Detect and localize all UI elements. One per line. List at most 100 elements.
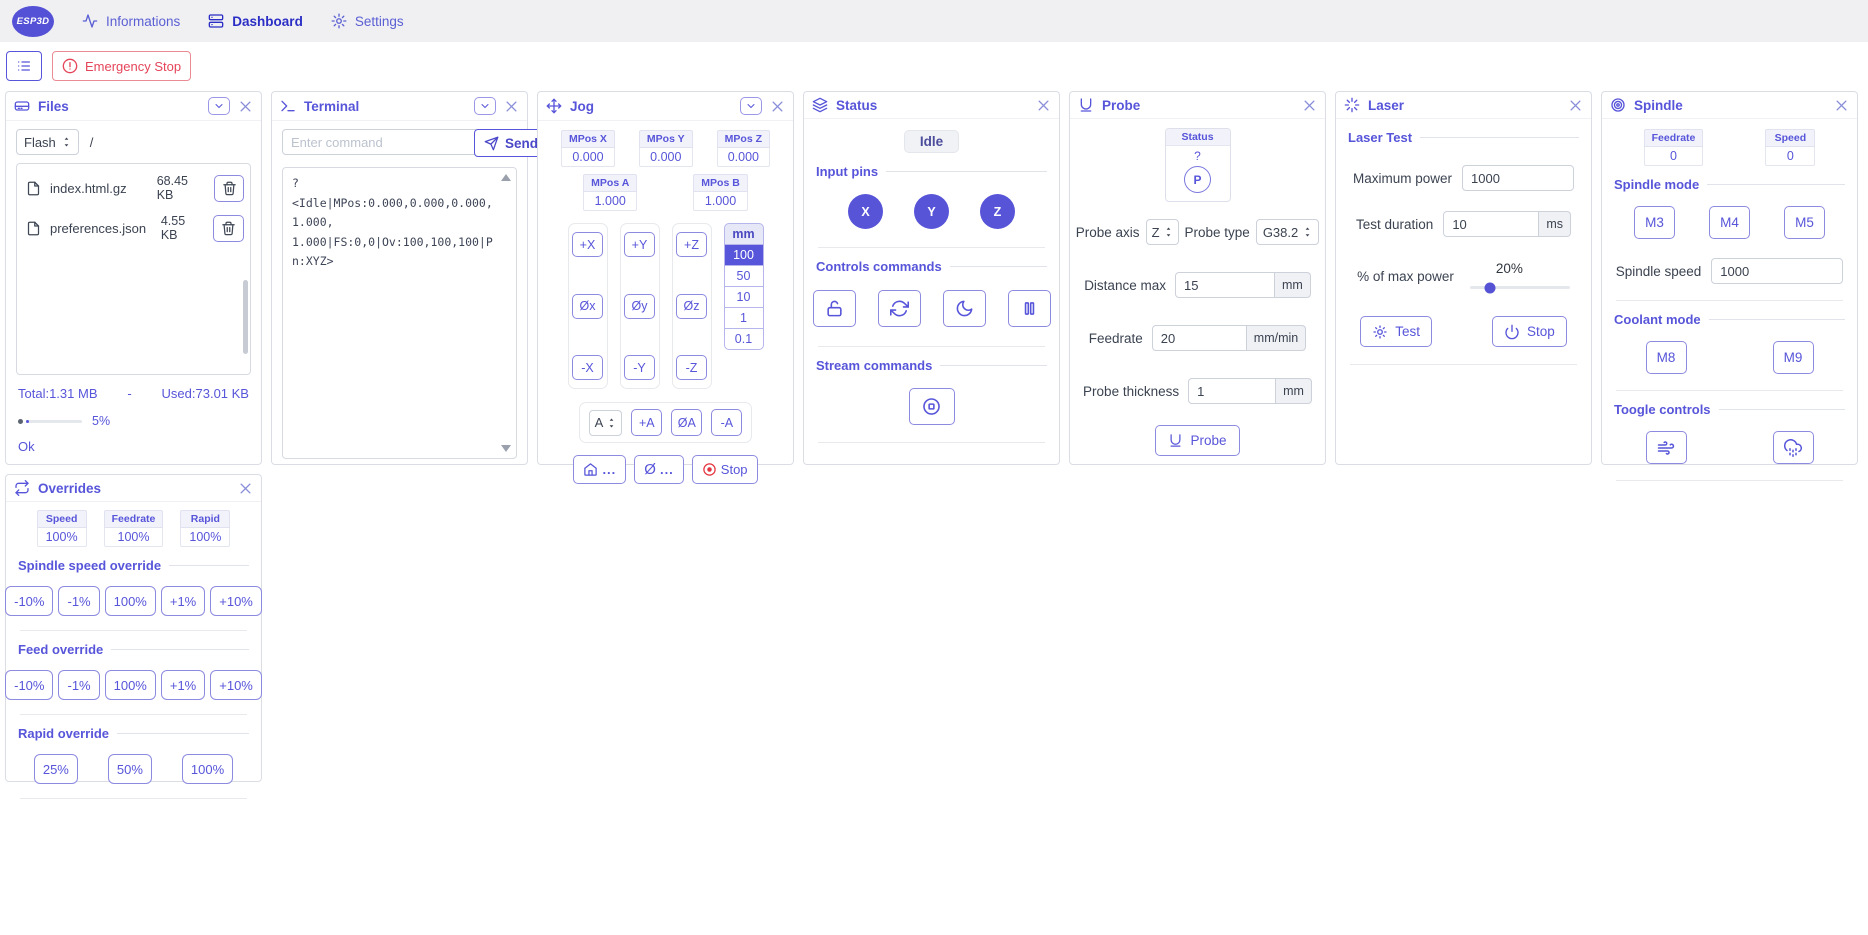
rapid-50-button[interactable]: 50% <box>108 754 152 784</box>
jog-plus-a-button[interactable]: +A <box>631 409 662 436</box>
command-input[interactable] <box>282 129 476 155</box>
stream-commands-section-label: Stream commands <box>816 358 1047 373</box>
files-source-select[interactable]: Flash <box>16 129 79 155</box>
pin-z-indicator: Z <box>980 194 1015 229</box>
probe-start-button[interactable]: Probe <box>1155 425 1239 456</box>
jog-plus-z-button[interactable]: +Z <box>676 232 707 257</box>
probe-thickness-input[interactable] <box>1188 378 1276 404</box>
spindle-minus-1-button[interactable]: -1% <box>58 586 99 616</box>
unlock-button[interactable] <box>813 290 856 327</box>
pause-button[interactable] <box>1008 290 1051 327</box>
file-row[interactable]: preferences.json 4.55 KB <box>17 208 250 248</box>
probe-type-label: Probe type <box>1185 225 1250 240</box>
feed-plus-10-button[interactable]: +10% <box>210 670 262 700</box>
m4-button[interactable]: M4 <box>1709 206 1750 239</box>
jog-stop-button[interactable]: Stop <box>692 455 758 484</box>
terminal-collapse-button[interactable] <box>474 97 496 115</box>
toggle-controls-section-label: Toogle controls <box>1614 402 1845 417</box>
terminal-line: <Idle|MPos:0.000,0.000,0.000,1.000, <box>292 194 498 233</box>
terminal-output[interactable]: ? <Idle|MPos:0.000,0.000,0.000,1.000, 1.… <box>282 167 517 459</box>
m5-button[interactable]: M5 <box>1784 206 1825 239</box>
delete-file-button[interactable] <box>214 175 244 202</box>
spindle-minus-10-button[interactable]: -10% <box>5 586 53 616</box>
zero-all-button[interactable]: Ø ... <box>634 455 684 484</box>
spindle-plus-10-button[interactable]: +10% <box>210 586 262 616</box>
distance-max-row: Distance max mm <box>1070 272 1325 298</box>
m8-button[interactable]: M8 <box>1646 341 1687 374</box>
jog-minus-x-button[interactable]: -X <box>572 355 603 380</box>
close-icon[interactable] <box>1302 98 1317 113</box>
jog-zero-a-button[interactable]: ØA <box>671 409 702 436</box>
feed-minus-1-button[interactable]: -1% <box>58 670 99 700</box>
maximum-power-input[interactable] <box>1462 165 1574 191</box>
mist-coolant-button[interactable] <box>1646 431 1687 464</box>
brand-text: ESP3D <box>17 16 50 27</box>
spindle-plus-1-button[interactable]: +1% <box>161 586 205 616</box>
close-icon[interactable] <box>238 99 253 114</box>
emergency-stop-button[interactable]: Emergency Stop <box>52 51 191 81</box>
input-pins-row: X Y Z <box>804 194 1059 229</box>
jog-minus-a-button[interactable]: -A <box>711 409 742 436</box>
close-icon[interactable] <box>504 99 519 114</box>
scroll-down-arrow-icon[interactable] <box>501 445 511 452</box>
m3-button[interactable]: M3 <box>1634 206 1675 239</box>
sleep-button[interactable] <box>943 290 986 327</box>
close-icon[interactable] <box>1568 98 1583 113</box>
close-icon[interactable] <box>1834 98 1849 113</box>
delete-file-button[interactable] <box>213 215 244 242</box>
jog-axis-select[interactable]: A <box>589 410 623 436</box>
jog-distance-option-0.1[interactable]: 0.1 <box>724 328 764 350</box>
jog-plus-y-button[interactable]: +Y <box>624 232 655 257</box>
probe-feedrate-input[interactable] <box>1152 325 1247 351</box>
m9-button[interactable]: M9 <box>1773 341 1814 374</box>
distance-max-input[interactable] <box>1175 272 1275 298</box>
jog-distance-option-1[interactable]: 1 <box>724 307 764 329</box>
input-pins-section-label: Input pins <box>816 164 1047 179</box>
slider-thumb[interactable] <box>1484 282 1495 293</box>
spindle-speed-input[interactable] <box>1711 258 1843 284</box>
spindle-chips-row: Feedrate0 Speed0 <box>1602 129 1857 166</box>
jog-distance-option-100[interactable]: 100 <box>724 244 764 266</box>
files-scrollbar-thumb[interactable] <box>243 280 248 354</box>
probe-axis-select[interactable]: Z <box>1146 219 1179 245</box>
power-slider[interactable] <box>1470 286 1570 289</box>
feed-100-button[interactable]: 100% <box>105 670 156 700</box>
close-icon[interactable] <box>770 99 785 114</box>
nav-item-settings[interactable]: Settings <box>331 13 404 29</box>
home-button[interactable]: ... <box>573 455 626 484</box>
feed-plus-1-button[interactable]: +1% <box>161 670 205 700</box>
jog-collapse-button[interactable] <box>740 97 762 115</box>
jog-minus-y-button[interactable]: -Y <box>624 355 655 380</box>
scroll-up-arrow-icon[interactable] <box>501 174 511 181</box>
jog-zero-z-button[interactable]: Øz <box>676 294 707 319</box>
probe-panel: Probe Status ? P Probe axis Z Probe type… <box>1069 91 1326 465</box>
laser-stop-button[interactable]: Stop <box>1492 316 1567 347</box>
laser-icon <box>1344 97 1360 113</box>
panel-list-button[interactable] <box>6 51 42 81</box>
jog-zero-y-button[interactable]: Øy <box>624 294 655 319</box>
file-name: preferences.json <box>50 221 152 236</box>
esp3d-logo[interactable]: ESP3D <box>12 6 54 37</box>
probe-type-select[interactable]: G38.2 <box>1256 219 1319 245</box>
flood-coolant-button[interactable] <box>1773 431 1814 464</box>
jog-distance-option-10[interactable]: 10 <box>724 286 764 308</box>
reset-button[interactable] <box>878 290 921 327</box>
test-duration-input[interactable] <box>1443 211 1539 237</box>
jog-minus-z-button[interactable]: -Z <box>676 355 707 380</box>
nav-item-informations[interactable]: Informations <box>82 13 180 29</box>
close-icon[interactable] <box>238 481 253 496</box>
files-collapse-button[interactable] <box>208 97 230 115</box>
spindle-100-button[interactable]: 100% <box>105 586 156 616</box>
close-icon[interactable] <box>1036 98 1051 113</box>
laser-test-button[interactable]: Test <box>1360 316 1432 347</box>
jog-distance-option-50[interactable]: 50 <box>724 265 764 287</box>
abort-stream-button[interactable] <box>909 388 955 425</box>
file-row[interactable]: index.html.gz 68.45 KB <box>17 168 250 208</box>
stream-commands-row <box>804 388 1059 425</box>
jog-plus-x-button[interactable]: +X <box>572 232 603 257</box>
jog-zero-x-button[interactable]: Øx <box>572 294 603 319</box>
rapid-100-button[interactable]: 100% <box>182 754 233 784</box>
nav-item-dashboard[interactable]: Dashboard <box>208 13 303 29</box>
rapid-25-button[interactable]: 25% <box>34 754 78 784</box>
feed-minus-10-button[interactable]: -10% <box>5 670 53 700</box>
